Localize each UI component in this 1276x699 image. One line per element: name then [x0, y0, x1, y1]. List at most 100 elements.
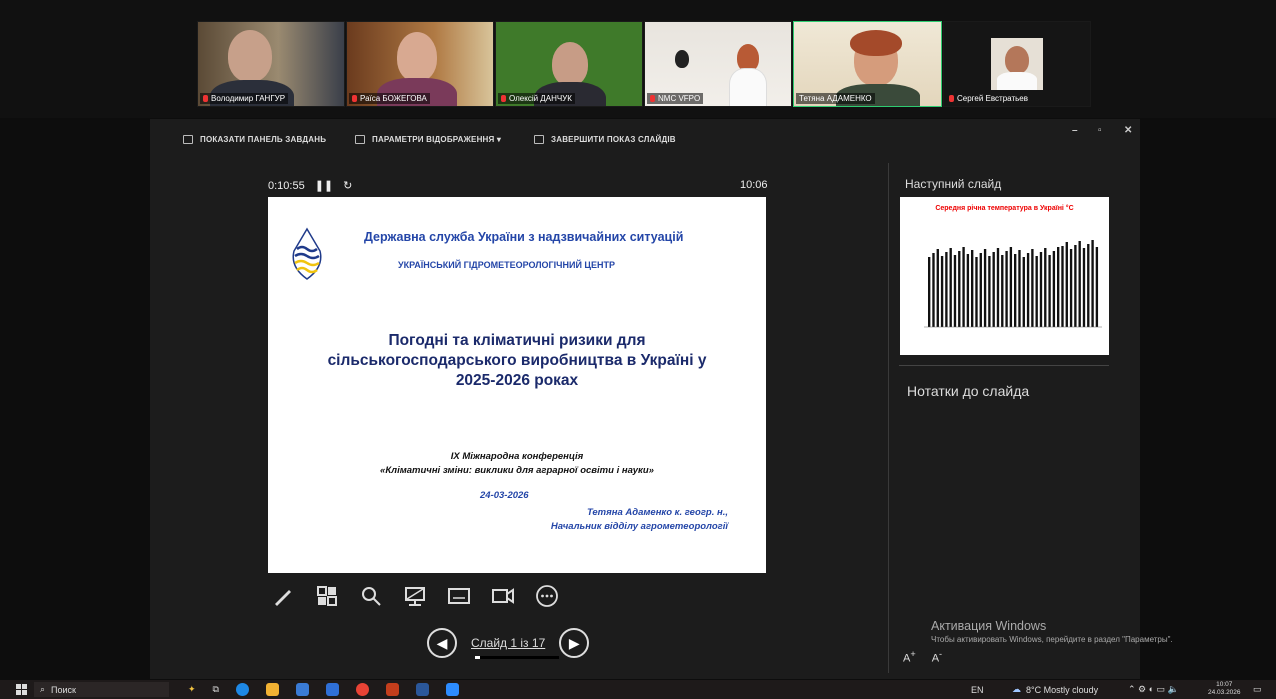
next-slide-button[interactable]: ▶ — [559, 628, 590, 658]
show-taskbar-button[interactable]: ПОКАЗАТИ ПАНЕЛЬ ЗАВДАНЬ — [183, 135, 326, 144]
search-icon: ⌕ — [40, 684, 46, 694]
start-button[interactable] — [16, 682, 27, 697]
chart-bar — [1022, 257, 1025, 327]
pause-button[interactable]: ❚❚ — [315, 179, 333, 192]
activation-title: Активация Windows — [931, 619, 1047, 633]
slide-title-line: Погодні та кліматичні ризики для — [388, 332, 646, 349]
chart-bar — [1095, 247, 1099, 327]
camera-button[interactable] — [490, 583, 516, 609]
current-time: 10:06 — [740, 179, 768, 191]
chart-bar — [949, 248, 952, 327]
previous-slide-button[interactable]: ◀ — [427, 628, 457, 658]
chart-bar — [983, 249, 987, 327]
windows-logo-icon — [16, 684, 27, 695]
elapsed-time: 0:10:55 — [268, 179, 305, 192]
slide-counter[interactable]: Слайд 1 із 17 — [471, 636, 545, 650]
chart-bar — [1039, 252, 1043, 327]
chrome-icon[interactable] — [355, 683, 369, 696]
word-icon[interactable] — [415, 683, 429, 696]
chart-bar — [1044, 248, 1047, 327]
file-explorer-icon[interactable] — [265, 683, 279, 696]
pen-icon — [275, 590, 291, 606]
task-view-icon[interactable]: ⧉ — [213, 684, 219, 695]
slide-progress-bar — [475, 656, 559, 659]
next-slide-preview[interactable]: Середня річна температура в Україні °С — [900, 197, 1109, 355]
participant-tile[interactable]: Раїса БОЖЕГОВА — [346, 21, 494, 107]
taskbar-clock[interactable]: 10:07 24.03.2026 — [1208, 681, 1241, 697]
weather-text: 8°C Mostly cloudy — [1026, 684, 1099, 695]
subtitles-button[interactable] — [446, 583, 472, 609]
chart-bar — [1082, 248, 1086, 327]
notifications-icon[interactable]: ▭ — [1253, 682, 1262, 697]
participant-name: Тетяна АДАМЕНКО — [799, 94, 872, 103]
camera-icon — [492, 588, 514, 604]
notes-font-size-controls: A+ A- — [903, 649, 942, 665]
chart-bar — [928, 257, 931, 327]
close-button[interactable]: ✕ — [1124, 125, 1133, 136]
minimize-button[interactable]: – — [1072, 125, 1078, 136]
current-slide: Державна служба України з надзвичайних с… — [268, 197, 766, 573]
conference-name: IX Міжнародна конференція — [450, 451, 584, 462]
presenter-tools — [270, 583, 560, 609]
chart-bar — [962, 247, 965, 327]
powerpoint-icon[interactable] — [385, 683, 399, 696]
chart-bar — [1091, 240, 1094, 327]
store-icon[interactable] — [295, 683, 309, 696]
previous-arrow-icon: ◀ — [436, 634, 448, 651]
see-all-slides-button[interactable] — [314, 583, 340, 609]
edge-icon[interactable] — [235, 683, 249, 696]
chart-bar — [1057, 247, 1060, 327]
show-taskbar-label: ПОКАЗАТИ ПАНЕЛЬ ЗАВДАНЬ — [200, 135, 327, 144]
input-language[interactable]: EN — [971, 682, 984, 697]
weather-widget[interactable]: ☁ 8°C Mostly cloudy — [1012, 682, 1098, 697]
taskbar-icon — [183, 135, 193, 144]
chart-bar — [988, 256, 991, 327]
slide-title: Погодні та кліматичні ризики для сільськ… — [268, 331, 766, 391]
participant-video-strip: Володимир ГАНГУР Раїса БОЖЕГОВА Олексій … — [0, 0, 1276, 118]
slide-progress-fill — [475, 656, 481, 659]
participant-tile[interactable]: NMC VFPO — [644, 21, 792, 107]
participant-tile[interactable]: Володимир ГАНГУР — [197, 21, 345, 107]
black-screen-button[interactable] — [402, 583, 428, 609]
slide-center-name: УКРАЇНСЬКИЙ ГІДРОМЕТЕОРОЛОГІЧНИЙ ЦЕНТР — [398, 260, 616, 270]
next-arrow-icon: ▶ — [568, 634, 580, 651]
chart-bar — [1065, 242, 1068, 327]
author-name: Тетяна Адаменко к. геогр. н., — [586, 507, 728, 518]
display-settings-icon — [355, 135, 365, 144]
chart-bar — [1018, 250, 1021, 327]
dsns-logo-icon — [292, 227, 322, 280]
mail-icon[interactable] — [325, 683, 339, 696]
reset-timer-button[interactable]: ↻ — [343, 179, 352, 192]
pen-tool-button[interactable] — [270, 583, 296, 609]
chart-bar — [1078, 241, 1081, 327]
chart-bar — [1061, 246, 1064, 327]
slide-navigation: ◀ Слайд 1 із 17 ▶ — [427, 628, 590, 658]
chart-bar — [1074, 245, 1077, 327]
slide-title-line: сільськогосподарського виробництва в Укр… — [327, 352, 707, 369]
participant-tile[interactable]: Сергей Евстратьев — [943, 21, 1091, 107]
participant-name: Сергей Евстратьев — [957, 94, 1028, 103]
taskbar-search-box[interactable]: ⌕ Поиск — [34, 682, 169, 697]
presenter-sidebar: Наступний слайд Середня річна температур… — [888, 163, 1110, 673]
chart-bar — [1026, 253, 1030, 327]
zoom-meeting-window: Володимир ГАНГУР Раїса БОЖЕГОВА Олексій … — [0, 0, 1276, 699]
restore-button[interactable]: ▫ — [1098, 125, 1102, 136]
end-slideshow-button[interactable]: ЗАВЕРШИТИ ПОКАЗ СЛАЙДІВ — [534, 135, 676, 144]
participant-tile[interactable]: Олексій ДАНЧУК — [495, 21, 643, 107]
participant-tile-active-speaker[interactable]: Тетяна АДАМЕНКО — [793, 21, 942, 107]
widgets-icon[interactable]: ✦ — [188, 684, 196, 695]
chart-bar — [1052, 251, 1056, 327]
display-settings-button[interactable]: ПАРАМЕТРИ ВІДОБРАЖЕННЯ ▾ — [355, 135, 501, 144]
increase-font-button[interactable]: A+ — [903, 649, 916, 665]
decrease-font-button[interactable]: A- — [932, 649, 942, 665]
tray-icons[interactable]: ⌃ ⚙ ◐ ▭ 🔈 — [1128, 682, 1179, 697]
chart-bar — [1031, 249, 1034, 327]
zoom-icon[interactable] — [445, 683, 459, 696]
end-slideshow-label: ЗАВЕРШИТИ ПОКАЗ СЛАЙДІВ — [551, 135, 676, 144]
chart-bar — [958, 251, 961, 327]
next-slide-bar-chart — [924, 240, 1102, 328]
more-options-button[interactable] — [534, 583, 560, 609]
zoom-slide-button[interactable] — [358, 583, 384, 609]
chart-bar — [940, 256, 944, 327]
more-icon — [536, 585, 558, 607]
